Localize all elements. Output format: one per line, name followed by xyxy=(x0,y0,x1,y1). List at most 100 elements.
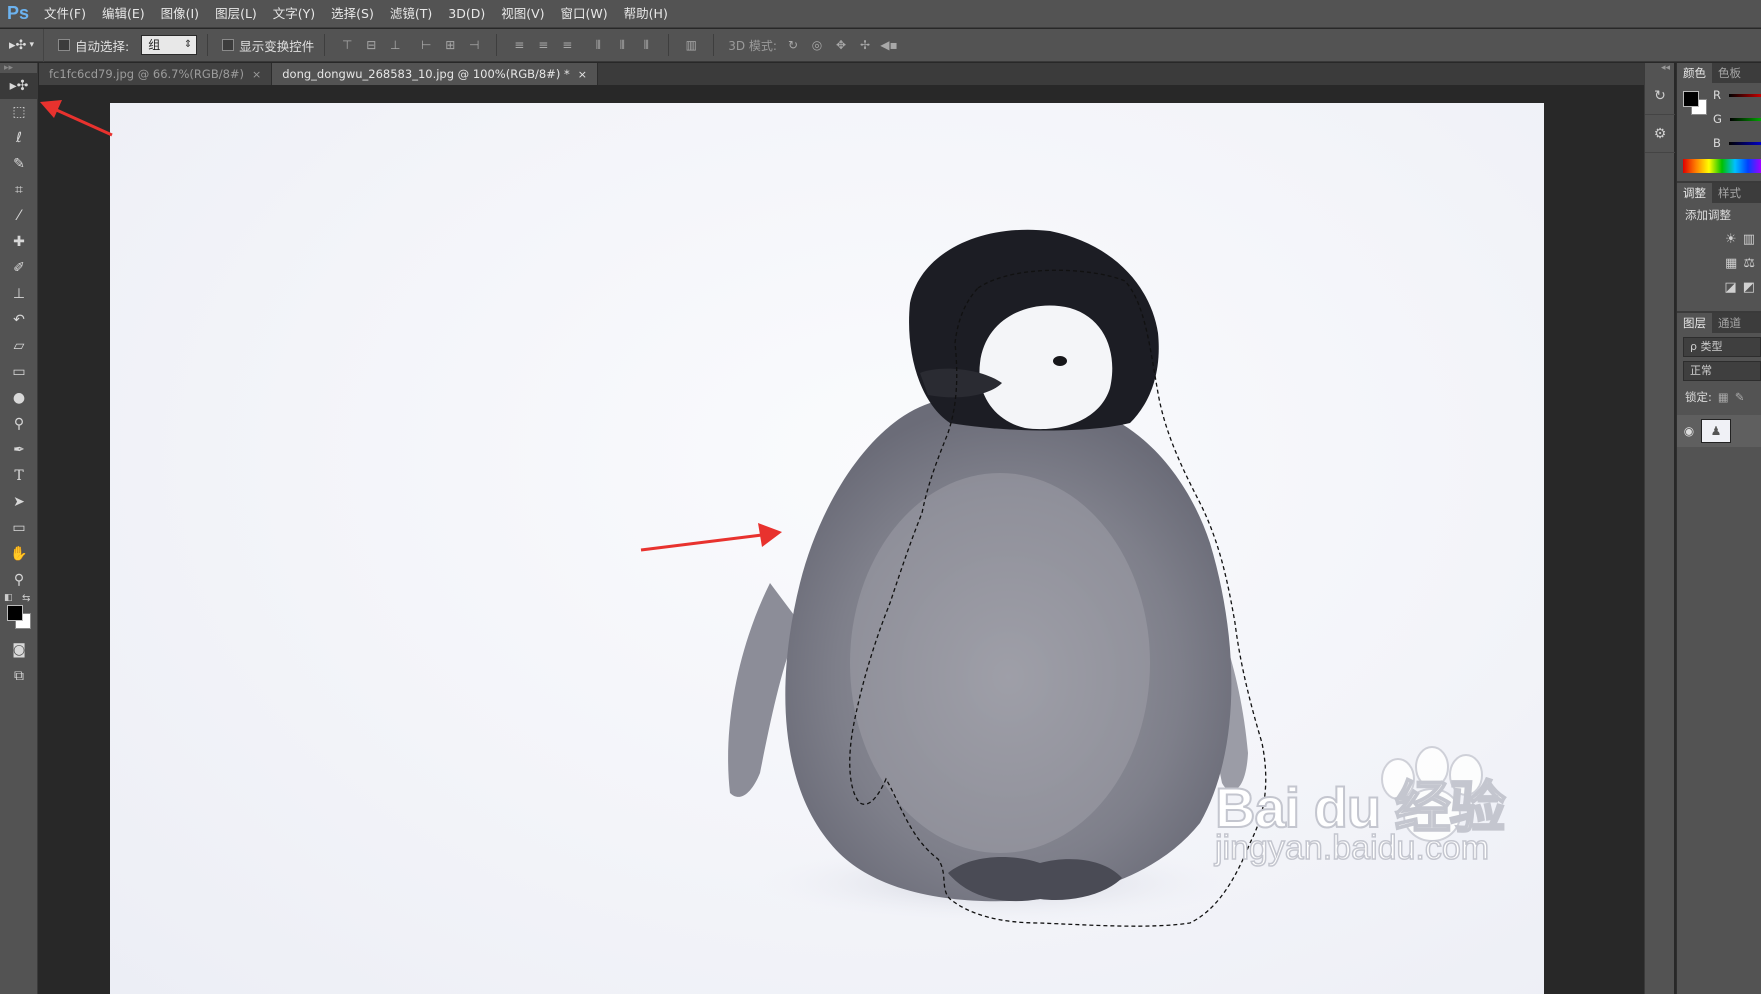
menu-help[interactable]: 帮助(H) xyxy=(616,0,676,28)
dodge-tool-icon[interactable]: ⚲ xyxy=(0,411,38,437)
quick-select-tool-icon[interactable]: ✎ xyxy=(0,151,38,177)
document-canvas[interactable]: Bai du 经验 jingyan.baidu.com xyxy=(110,103,1544,994)
tab-swatches[interactable]: 色板 xyxy=(1712,63,1747,83)
screen-mode-icon[interactable]: ⧉ xyxy=(0,663,38,689)
align-left-icon[interactable]: ⊢ xyxy=(415,34,437,56)
menu-window[interactable]: 窗口(W) xyxy=(553,0,616,28)
distribute-left-icon[interactable]: ⫴ xyxy=(587,34,609,56)
channel-g-slider[interactable] xyxy=(1729,117,1761,121)
drag-3d-icon[interactable]: ✥ xyxy=(830,34,852,56)
balance-icon[interactable]: ⚖ xyxy=(1743,256,1755,271)
properties-panel-icon[interactable]: ⚙ xyxy=(1645,115,1675,153)
menu-type[interactable]: 文字(Y) xyxy=(265,0,323,28)
channel-b-label: B xyxy=(1713,136,1721,150)
clone-stamp-tool-icon[interactable]: ⊥ xyxy=(0,281,38,307)
layer-thumbnail: ♟ xyxy=(1701,419,1731,443)
tab-channels[interactable]: 通道 xyxy=(1712,313,1747,333)
tab-title: dong_dongwu_268583_10.jpg @ 100%(RGB/8#)… xyxy=(282,67,570,81)
auto-select-checkbox[interactable] xyxy=(58,39,70,51)
distribute-bottom-icon[interactable]: ≡ xyxy=(556,34,578,56)
gradient-tool-icon[interactable]: ▭ xyxy=(0,359,38,385)
eyedropper-tool-icon[interactable]: ⁄ xyxy=(0,203,38,229)
channel-b-slider[interactable] xyxy=(1728,141,1761,145)
levels-icon[interactable]: ▥ xyxy=(1743,232,1755,247)
brush-tool-icon[interactable]: ✐ xyxy=(0,255,38,281)
distribute-hcenter-icon[interactable]: ⫴ xyxy=(611,34,633,56)
blend-mode-select[interactable]: 正常 xyxy=(1683,361,1761,381)
auto-select-dropdown[interactable]: 组 xyxy=(141,35,198,55)
collapse-icon[interactable]: ◂◂ xyxy=(1645,63,1674,77)
collapsed-panel-dock: ◂◂ ↻ ⚙ xyxy=(1644,63,1675,994)
healing-brush-tool-icon[interactable]: ✚ xyxy=(0,229,38,255)
roll-3d-icon[interactable]: ◎ xyxy=(806,34,828,56)
menu-layer[interactable]: 图层(L) xyxy=(207,0,265,28)
brightness-icon[interactable]: ☀ xyxy=(1725,232,1737,247)
panel-grip-icon[interactable]: ▸▸ xyxy=(0,63,37,73)
channel-g-label: G xyxy=(1713,112,1722,126)
tab-adjustments[interactable]: 调整 xyxy=(1677,183,1712,203)
move-tool-icon: ▸✣ xyxy=(9,37,27,53)
pen-tool-icon[interactable]: ✒ xyxy=(0,437,38,463)
zoom-tool-icon[interactable]: ⚲ xyxy=(0,567,38,593)
blur-tool-icon[interactable]: ● xyxy=(0,385,38,411)
tab-styles[interactable]: 样式 xyxy=(1712,183,1747,203)
distribute-vcenter-icon[interactable]: ≡ xyxy=(532,34,554,56)
lasso-tool-icon[interactable]: ℓ xyxy=(0,125,38,151)
swap-colors-icon[interactable]: ⇆ xyxy=(22,593,30,604)
canvas-area: Bai du 经验 jingyan.baidu.com xyxy=(39,85,1644,994)
move-tool-icon[interactable]: ▸✣ xyxy=(0,73,38,99)
scale-3d-icon[interactable]: ◀▪ xyxy=(878,34,900,56)
hand-tool-icon[interactable]: ✋ xyxy=(0,541,38,567)
type-tool-icon[interactable]: T xyxy=(0,463,38,489)
align-bottom-icon[interactable]: ⊥ xyxy=(384,34,406,56)
marquee-tool-icon[interactable]: ⬚ xyxy=(0,99,38,125)
align-right-icon[interactable]: ⊣ xyxy=(463,34,485,56)
align-top-icon[interactable]: ⊤ xyxy=(336,34,358,56)
layer-row[interactable]: ◉ ♟ xyxy=(1677,415,1761,447)
quick-mask-icon[interactable]: ◙ xyxy=(0,637,38,663)
auto-align-icon[interactable]: ▥ xyxy=(680,34,702,56)
menu-file[interactable]: 文件(F) xyxy=(36,0,94,28)
gradient-map-icon[interactable]: ◩ xyxy=(1743,280,1755,295)
foreground-color-swatch[interactable] xyxy=(7,605,23,621)
lock-transparency-icon[interactable]: ▦ xyxy=(1718,390,1729,404)
color-spectrum[interactable] xyxy=(1683,159,1761,173)
close-icon[interactable]: × xyxy=(578,68,587,81)
path-selection-tool-icon[interactable]: ➤ xyxy=(0,489,38,515)
invert-icon[interactable]: ◪ xyxy=(1724,280,1736,295)
divider xyxy=(713,34,715,56)
default-colors-icon[interactable]: ◧ xyxy=(4,593,13,603)
align-vcenter-icon[interactable]: ⊟ xyxy=(360,34,382,56)
menu-3d[interactable]: 3D(D) xyxy=(440,0,493,28)
menu-edit[interactable]: 编辑(E) xyxy=(94,0,153,28)
options-bar: ▸✣▾ 自动选择: 组 显示变换控件 ⊤ ⊟ ⊥ ⊢ ⊞ ⊣ ≡ ≡ ≡ ⫴ ⫴… xyxy=(0,28,1761,62)
rotate-3d-icon[interactable]: ↻ xyxy=(782,34,804,56)
crop-tool-icon[interactable]: ⌗ xyxy=(0,177,38,203)
distribute-right-icon[interactable]: ⫴ xyxy=(635,34,657,56)
tab-color[interactable]: 颜色 xyxy=(1677,63,1712,83)
close-icon[interactable]: × xyxy=(252,68,261,81)
distribute-top-icon[interactable]: ≡ xyxy=(508,34,530,56)
menu-filter[interactable]: 滤镜(T) xyxy=(382,0,440,28)
foreground-color-swatch[interactable] xyxy=(1683,91,1699,107)
menu-image[interactable]: 图像(I) xyxy=(153,0,207,28)
eye-icon[interactable]: ◉ xyxy=(1677,424,1701,438)
history-brush-tool-icon[interactable]: ↶ xyxy=(0,307,38,333)
eraser-tool-icon[interactable]: ▱ xyxy=(0,333,38,359)
show-transform-checkbox[interactable] xyxy=(222,39,235,51)
channel-r-slider[interactable] xyxy=(1729,93,1761,97)
color-balance-icon[interactable]: ▦ xyxy=(1725,256,1737,271)
rectangle-tool-icon[interactable]: ▭ xyxy=(0,515,38,541)
tab-layers[interactable]: 图层 xyxy=(1677,313,1712,333)
align-hcenter-icon[interactable]: ⊞ xyxy=(439,34,461,56)
menu-select[interactable]: 选择(S) xyxy=(323,0,382,28)
tool-preset-picker[interactable]: ▸✣ ▾ xyxy=(0,28,44,62)
layer-filter-select[interactable]: ρ 类型 xyxy=(1683,337,1761,357)
menu-view[interactable]: 视图(V) xyxy=(493,0,552,28)
tab-document-2[interactable]: dong_dongwu_268583_10.jpg @ 100%(RGB/8#)… xyxy=(272,63,598,85)
lock-brush-icon[interactable]: ✎ xyxy=(1735,390,1745,404)
color-panel: 颜色 色板 R G B xyxy=(1677,63,1761,183)
history-panel-icon[interactable]: ↻ xyxy=(1645,77,1675,115)
slide-3d-icon[interactable]: ✢ xyxy=(854,34,876,56)
tab-document-1[interactable]: fc1fc6cd79.jpg @ 66.7%(RGB/8#) × xyxy=(39,63,273,85)
